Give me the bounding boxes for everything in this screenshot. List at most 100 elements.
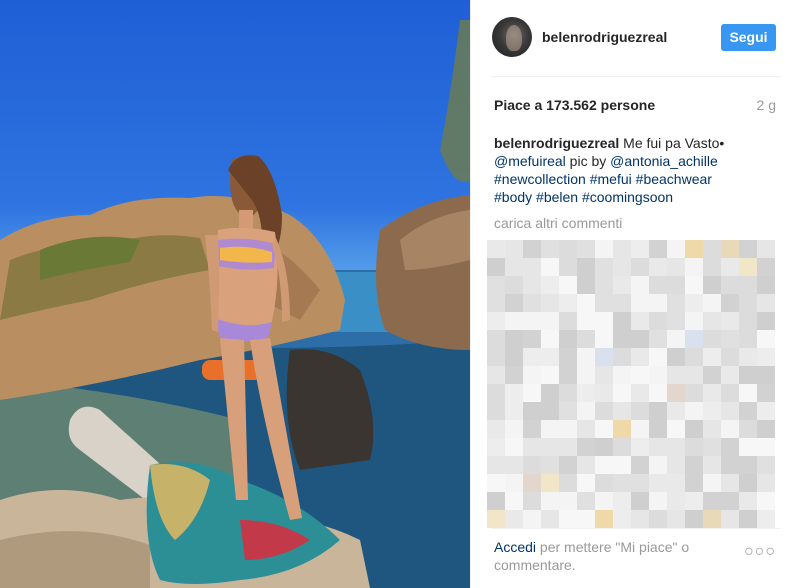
pixel-block (685, 438, 703, 456)
hashtag-link[interactable]: #mefui (590, 171, 632, 187)
pixel-block (523, 330, 541, 348)
pixel-block (559, 240, 577, 258)
pixel-block (739, 240, 757, 258)
load-more-comments[interactable]: carica altri commenti (494, 215, 622, 231)
post-photo[interactable] (0, 0, 470, 588)
pixel-block (541, 420, 559, 438)
pixel-block (613, 384, 631, 402)
mention-link[interactable]: @mefuireal (494, 153, 566, 169)
pixel-block (667, 276, 685, 294)
pixel-block (523, 492, 541, 510)
pixel-block (721, 258, 739, 276)
pixel-block (703, 384, 721, 402)
pixel-block (595, 312, 613, 330)
pixel-block (667, 330, 685, 348)
pixel-block (577, 510, 595, 528)
pixel-block (559, 402, 577, 420)
pixel-block (685, 420, 703, 438)
pixel-block (577, 420, 595, 438)
pixel-block (541, 294, 559, 312)
username-link[interactable]: belenrodriguezreal (542, 29, 667, 45)
pixel-block (595, 438, 613, 456)
pixel-block (541, 510, 559, 528)
pixel-block (739, 258, 757, 276)
pixel-block (541, 330, 559, 348)
pixel-block (613, 276, 631, 294)
pixel-block (487, 258, 505, 276)
pixel-block (559, 330, 577, 348)
pixel-block (487, 240, 505, 258)
pixel-block (613, 366, 631, 384)
pixel-block (577, 492, 595, 510)
pixel-block (487, 438, 505, 456)
pixel-block (703, 456, 721, 474)
pixel-block (703, 366, 721, 384)
pixel-block (667, 474, 685, 492)
pixel-block (721, 492, 739, 510)
pixel-block (757, 348, 775, 366)
pixel-block (667, 348, 685, 366)
pixelated-comments (487, 240, 777, 530)
login-link[interactable]: Accedi (494, 539, 536, 555)
pixel-block (541, 276, 559, 294)
post-age[interactable]: 2 g (757, 97, 776, 113)
pixel-block (523, 312, 541, 330)
pixel-block (631, 312, 649, 330)
pixel-block (559, 294, 577, 312)
pixel-block (721, 276, 739, 294)
pixel-block (577, 348, 595, 366)
pixel-block (577, 366, 595, 384)
pixel-block (757, 240, 775, 258)
pixel-block (505, 294, 523, 312)
mention-link[interactable]: @antonia_achille (610, 153, 718, 169)
pixel-block (595, 474, 613, 492)
pixel-block (487, 312, 505, 330)
pixel-block (649, 510, 667, 528)
pixel-block (757, 258, 775, 276)
pixel-block (649, 312, 667, 330)
pixel-block (541, 384, 559, 402)
avatar[interactable] (492, 17, 532, 57)
pixel-block (649, 438, 667, 456)
hashtag-link[interactable]: #coomingsoon (582, 189, 673, 205)
pixel-block (541, 456, 559, 474)
ellipsis-icon[interactable]: ○○○ (744, 543, 776, 561)
pixel-block (757, 492, 775, 510)
pixel-block (523, 384, 541, 402)
pixel-block (739, 276, 757, 294)
hashtag-link[interactable]: #body (494, 189, 532, 205)
pixel-block (703, 492, 721, 510)
hashtag-link[interactable]: #newcollection (494, 171, 586, 187)
pixel-block (505, 348, 523, 366)
pixel-block (577, 312, 595, 330)
pixel-block (721, 294, 739, 312)
pixel-block (649, 456, 667, 474)
pixel-block (487, 294, 505, 312)
pixel-block (739, 510, 757, 528)
likes-count[interactable]: Piace a 173.562 persone (494, 97, 655, 113)
pixel-block (721, 510, 739, 528)
pixel-block (667, 240, 685, 258)
pixel-block (703, 258, 721, 276)
pixel-block (595, 366, 613, 384)
caption-username[interactable]: belenrodriguezreal (494, 135, 619, 151)
pixel-block (631, 294, 649, 312)
pixel-block (487, 510, 505, 528)
pixel-block (595, 384, 613, 402)
pixel-block (631, 456, 649, 474)
pixel-block (757, 384, 775, 402)
pixel-block (685, 402, 703, 420)
pixel-block (703, 420, 721, 438)
caption-text: Me fui pa Vasto• (619, 135, 725, 151)
pixel-block (649, 294, 667, 312)
pixel-block (595, 330, 613, 348)
follow-button[interactable]: Segui (721, 24, 776, 51)
pixel-block (721, 366, 739, 384)
pixel-block (487, 348, 505, 366)
hashtag-link[interactable]: #belen (536, 189, 578, 205)
pixel-block (487, 330, 505, 348)
pixel-block (505, 258, 523, 276)
pixel-block (613, 312, 631, 330)
pixel-block (541, 492, 559, 510)
hashtag-link[interactable]: #beachwear (636, 171, 712, 187)
